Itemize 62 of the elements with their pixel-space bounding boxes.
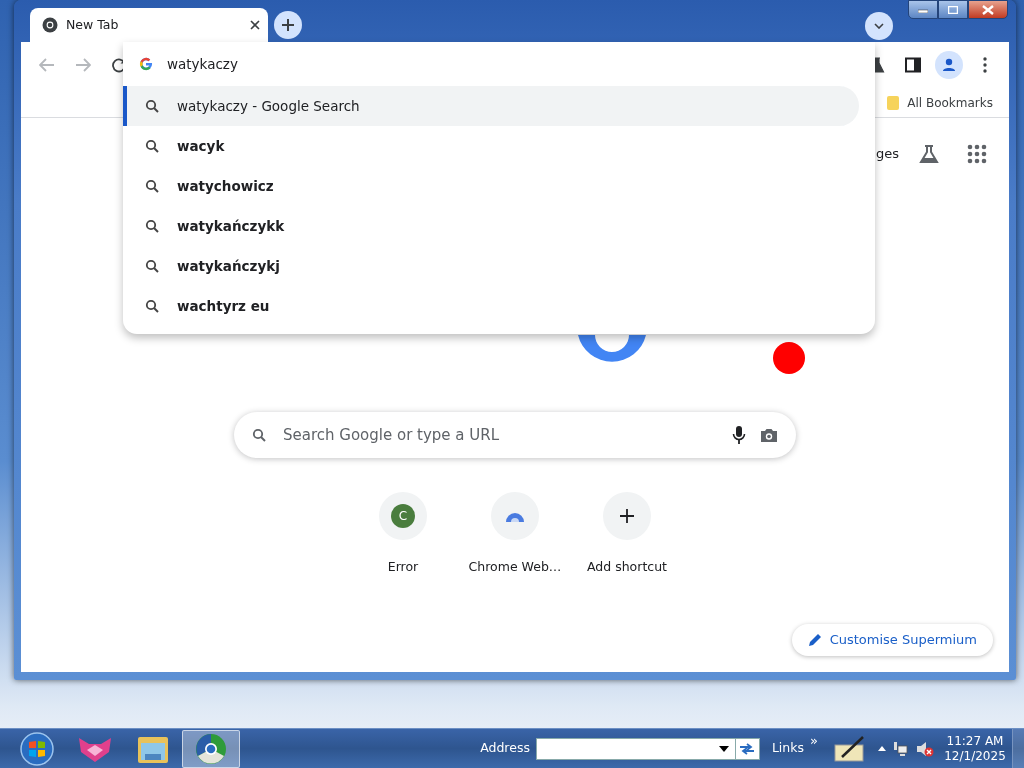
taskbar-browser-button[interactable] — [182, 729, 240, 768]
google-g-icon — [139, 57, 153, 71]
images-link[interactable]: ges — [875, 144, 899, 164]
chrome-icon — [42, 17, 58, 33]
search-icon — [145, 219, 159, 233]
maximize-icon — [948, 5, 958, 14]
new-tab-button[interactable] — [274, 11, 302, 39]
links-label[interactable]: Links — [771, 739, 805, 758]
plus-icon — [619, 508, 635, 524]
back-arrow-icon — [39, 58, 55, 72]
network-icon[interactable] — [892, 740, 908, 757]
suggestion-item[interactable]: watykańczykj — [123, 246, 859, 286]
suggestion-item[interactable]: watykańczykk — [123, 206, 859, 246]
close-icon — [982, 4, 994, 15]
search-icon — [145, 99, 159, 113]
browser-icon — [195, 732, 227, 765]
search-icon — [145, 139, 159, 153]
site-letter-icon: C — [391, 504, 415, 528]
go-arrows-icon — [739, 741, 756, 756]
search-icon — [145, 259, 159, 273]
dropdown-caret-icon — [718, 745, 729, 752]
dot-marker — [773, 342, 805, 374]
folder-icon — [886, 94, 901, 111]
close-button[interactable] — [968, 0, 1008, 19]
maximize-button[interactable] — [938, 0, 968, 19]
profile-button[interactable] — [935, 51, 963, 79]
shortcut-tile[interactable]: Chrome Web… — [467, 492, 563, 577]
suggestion-item[interactable]: wachtyrz eu — [123, 286, 859, 326]
toolbar-chevron[interactable]: » — [810, 730, 818, 751]
kebab-menu-icon — [983, 57, 987, 73]
minimize-icon — [918, 6, 928, 13]
side-panel-icon — [905, 57, 921, 73]
plus-icon — [281, 18, 295, 32]
up-triangle-icon — [878, 746, 886, 751]
bookmarks-folder[interactable]: All Bookmarks — [882, 91, 997, 114]
customise-button[interactable]: Customise Supermium — [791, 624, 993, 656]
browser-tab[interactable]: New Tab — [30, 8, 268, 42]
suggestion-item[interactable]: wacyk — [123, 126, 859, 166]
shortcut-tile[interactable]: C Error — [355, 492, 451, 577]
address-label: Address — [480, 739, 530, 758]
close-icon[interactable] — [250, 20, 260, 30]
suggestion-item[interactable]: watykaczy - Google Search — [123, 86, 859, 126]
windows-orb-icon — [20, 731, 54, 766]
suggestion-item[interactable]: watychowicz — [123, 166, 859, 206]
minimize-button[interactable] — [908, 0, 938, 19]
search-icon — [145, 179, 159, 193]
flask-icon — [919, 144, 939, 164]
search-icon — [145, 299, 159, 313]
person-icon — [941, 57, 957, 73]
chevron-down-icon — [874, 23, 884, 29]
forward-arrow-icon — [75, 58, 91, 72]
go-button[interactable] — [735, 737, 760, 760]
search-icon — [252, 427, 267, 443]
apps-grid-icon — [967, 144, 987, 164]
microphone-icon[interactable] — [732, 425, 746, 445]
tab-search-button[interactable] — [865, 12, 893, 40]
pen-tablet-icon — [834, 734, 866, 763]
camera-icon[interactable] — [760, 427, 778, 443]
taskbar-clock[interactable]: 11:27 AM 12/1/2025 — [944, 733, 1006, 764]
volume-muted-icon[interactable] — [916, 740, 934, 757]
pencil-icon — [807, 633, 822, 647]
shortcut-tile[interactable]: Add shortcut — [579, 492, 675, 577]
